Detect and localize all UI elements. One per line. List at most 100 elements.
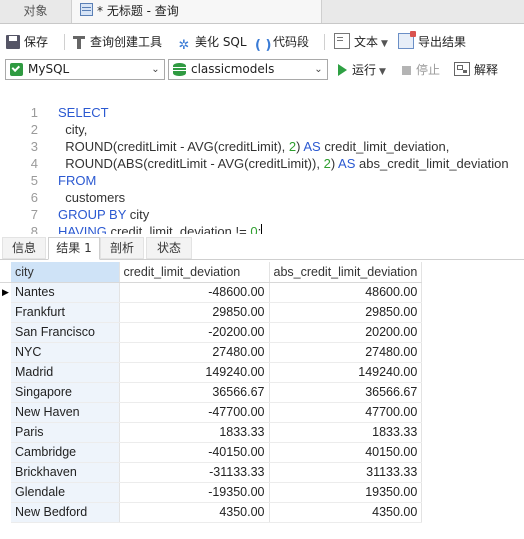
table-row[interactable]: New Bedford 4350.00 4350.00 — [0, 502, 423, 523]
row-marker — [0, 442, 11, 462]
text-button[interactable]: 文本 ▼ — [334, 30, 388, 54]
editor-line: 4 ROUND(ABS(creditLimit - AVG(creditLimi… — [0, 138, 524, 171]
toolbar-divider — [324, 34, 325, 50]
cell-city[interactable]: Glendale — [11, 482, 120, 503]
cell-credit-limit-deviation[interactable]: 4350.00 — [119, 502, 270, 523]
explain-button[interactable]: 解释 — [454, 58, 498, 82]
table-row[interactable]: Brickhaven -31133.33 31133.33 — [0, 462, 423, 483]
toolbar-divider — [64, 34, 65, 50]
tab-info[interactable]: 信息 — [2, 237, 46, 259]
stop-button[interactable]: 停止 — [402, 58, 440, 82]
cell-credit-limit-deviation[interactable]: 36566.67 — [119, 382, 270, 403]
cell-city[interactable]: Frankfurt — [11, 302, 120, 323]
cell-credit-limit-deviation[interactable]: -20200.00 — [119, 322, 270, 343]
export-results-button[interactable]: 导出结果 — [398, 30, 466, 54]
editor-line: 6 customers — [0, 172, 524, 205]
play-icon — [338, 64, 347, 76]
cell-abs-credit-limit-deviation[interactable]: 4350.00 — [269, 502, 423, 523]
cell-credit-limit-deviation[interactable]: -40150.00 — [119, 442, 270, 463]
cell-city[interactable]: New Haven — [11, 402, 120, 423]
cell-credit-limit-deviation[interactable]: -31133.33 — [119, 462, 270, 483]
cell-abs-credit-limit-deviation[interactable]: 29850.00 — [269, 302, 423, 323]
cell-city[interactable]: Brickhaven — [11, 462, 120, 483]
editor-line: 8 HAVING credit_limit_deviation != 0; — [0, 206, 524, 234]
cell-city[interactable]: Madrid — [11, 362, 120, 383]
cell-abs-credit-limit-deviation[interactable]: 40150.00 — [269, 442, 423, 463]
column-header-city[interactable]: city — [11, 262, 120, 283]
cell-city[interactable]: New Bedford — [11, 502, 120, 523]
table-row[interactable]: Frankfurt 29850.00 29850.00 — [0, 302, 423, 323]
row-marker-header — [0, 262, 11, 283]
query-toolbar: 保存 查询创建工具 ✲ 美化 SQL ( ) 代码段 文本 ▼ 导出结果 — [0, 30, 524, 54]
run-button[interactable]: 运行 ▼ — [338, 58, 386, 82]
cell-city[interactable]: Cambridge — [11, 442, 120, 463]
cell-credit-limit-deviation[interactable]: 149240.00 — [119, 362, 270, 383]
cell-city[interactable]: Singapore — [11, 382, 120, 403]
cell-city[interactable]: Paris — [11, 422, 120, 443]
tab-query[interactable]: * 无标题 - 查询 — [72, 0, 322, 23]
table-row[interactable]: Singapore 36566.67 36566.67 — [0, 382, 423, 403]
tab-profile[interactable]: 剖析 — [100, 237, 144, 259]
cell-credit-limit-deviation[interactable]: 1833.33 — [119, 422, 270, 443]
chevron-down-icon: ▼ — [381, 39, 388, 49]
cell-city[interactable]: San Francisco — [11, 322, 120, 343]
cell-abs-credit-limit-deviation[interactable]: 31133.33 — [269, 462, 423, 483]
column-header-abs-credit-limit-deviation[interactable]: abs_credit_limit_deviation — [269, 262, 423, 283]
database-value: classicmodels — [191, 62, 275, 76]
query-builder-icon — [72, 35, 86, 49]
cell-abs-credit-limit-deviation[interactable]: 47700.00 — [269, 402, 423, 423]
cell-city[interactable]: NYC — [11, 342, 120, 363]
cell-abs-credit-limit-deviation[interactable]: 36566.67 — [269, 382, 423, 403]
cell-credit-limit-deviation[interactable]: -48600.00 — [119, 282, 270, 303]
cell-credit-limit-deviation[interactable]: 27480.00 — [119, 342, 270, 363]
chevron-down-icon: ⌄ — [314, 64, 323, 75]
editor-line: 1 SELECT — [0, 87, 524, 120]
sql-editor[interactable]: 1 SELECT 2 city, 3 ROUND(creditLimit - AV… — [0, 86, 524, 234]
cell-abs-credit-limit-deviation[interactable]: 48600.00 — [269, 282, 423, 303]
code-snippet-label: 代码段 — [273, 35, 310, 49]
cell-credit-limit-deviation[interactable]: 29850.00 — [119, 302, 270, 323]
beautify-sql-button[interactable]: ✲ 美化 SQL — [177, 30, 247, 54]
table-row[interactable]: Madrid 149240.00 149240.00 — [0, 362, 423, 383]
beautify-sql-label: 美化 SQL — [195, 35, 247, 49]
table-row[interactable]: ▶ Nantes -48600.00 48600.00 — [0, 282, 423, 303]
export-icon — [398, 31, 416, 49]
table-row[interactable]: NYC 27480.00 27480.00 — [0, 342, 423, 363]
results-grid[interactable]: city credit_limit_deviation abs_credit_l… — [0, 262, 423, 523]
column-header-credit-limit-deviation[interactable]: credit_limit_deviation — [119, 262, 270, 283]
export-results-label: 导出结果 — [418, 35, 467, 49]
save-button[interactable]: 保存 — [6, 30, 48, 54]
document-tab-bar: 对象 * 无标题 - 查询 — [0, 0, 524, 24]
table-row[interactable]: Cambridge -40150.00 40150.00 — [0, 442, 423, 463]
tab-result-1[interactable]: 结果 1 — [48, 237, 100, 260]
cell-abs-credit-limit-deviation[interactable]: 1833.33 — [269, 422, 423, 443]
cell-city[interactable]: Nantes — [11, 282, 120, 303]
connection-value: MySQL — [28, 62, 70, 76]
table-row[interactable]: Paris 1833.33 1833.33 — [0, 422, 423, 443]
table-row[interactable]: Glendale -19350.00 19350.00 — [0, 482, 423, 503]
cell-credit-limit-deviation[interactable]: -19350.00 — [119, 482, 270, 503]
database-icon — [173, 63, 186, 76]
explain-label: 解释 — [474, 63, 499, 77]
cell-credit-limit-deviation[interactable]: -47700.00 — [119, 402, 270, 423]
editor-line: 2 city, — [0, 104, 524, 137]
cell-abs-credit-limit-deviation[interactable]: 19350.00 — [269, 482, 423, 503]
row-marker — [0, 362, 11, 382]
connection-select[interactable]: MySQL ⌄ — [5, 59, 165, 80]
text-document-icon — [334, 33, 350, 49]
mysql-connection-icon — [10, 63, 23, 76]
tab-status[interactable]: 状态 — [146, 237, 192, 259]
query-builder-button[interactable]: 查询创建工具 — [72, 30, 162, 54]
cell-abs-credit-limit-deviation[interactable]: 149240.00 — [269, 362, 423, 383]
row-marker — [0, 462, 11, 482]
row-marker — [0, 402, 11, 422]
tab-objects[interactable]: 对象 — [0, 0, 72, 23]
save-icon — [6, 35, 20, 49]
table-row[interactable]: San Francisco -20200.00 20200.00 — [0, 322, 423, 343]
cell-abs-credit-limit-deviation[interactable]: 20200.00 — [269, 322, 423, 343]
cell-abs-credit-limit-deviation[interactable]: 27480.00 — [269, 342, 423, 363]
chevron-down-icon: ⌄ — [151, 64, 160, 75]
database-select[interactable]: classicmodels ⌄ — [168, 59, 328, 80]
code-snippet-button[interactable]: ( ) 代码段 — [255, 30, 309, 54]
table-row[interactable]: New Haven -47700.00 47700.00 — [0, 402, 423, 423]
